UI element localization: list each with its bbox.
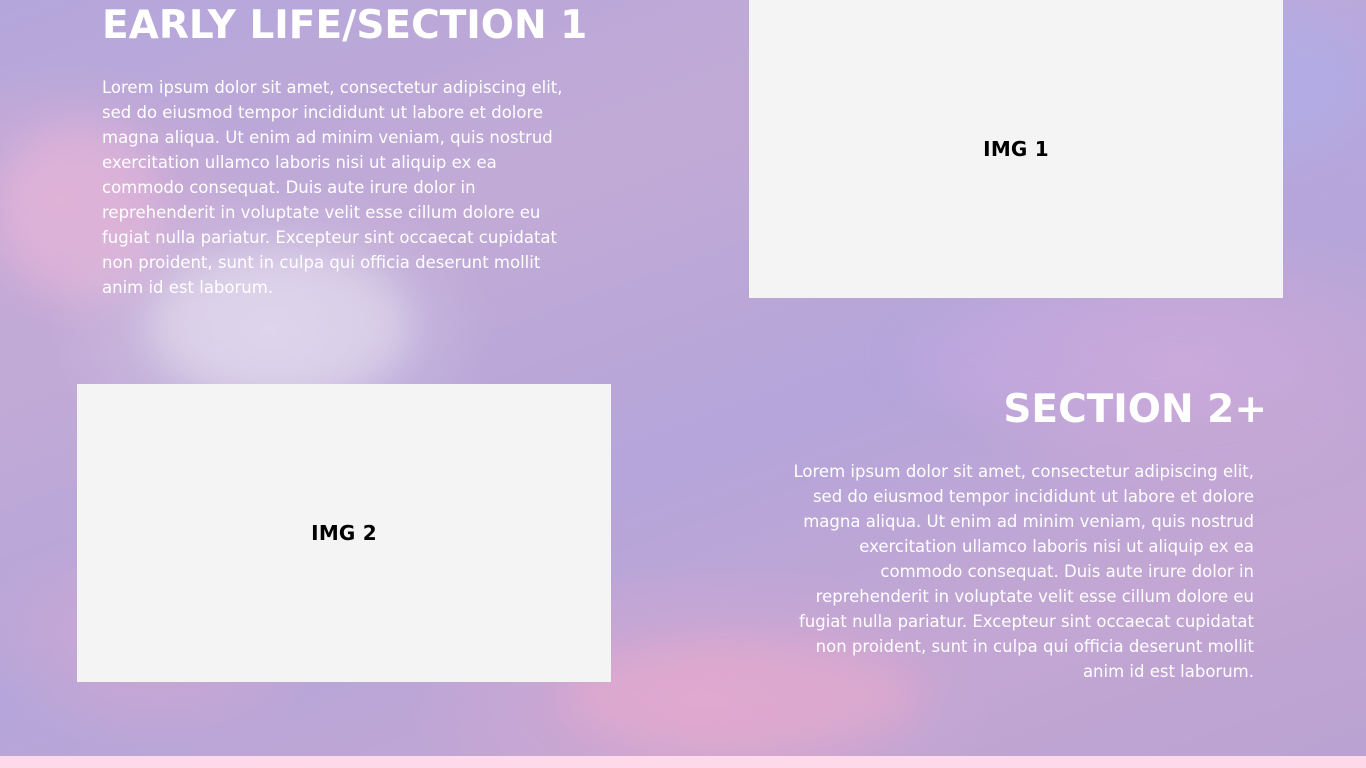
image-placeholder-label: IMG 1: [983, 137, 1049, 161]
section1-heading: EARLY LIFE/SECTION 1: [102, 3, 588, 48]
section2-body-text: Lorem ipsum dolor sit amet, consectetur …: [793, 462, 1255, 681]
section2-heading: SECTION 2+: [1003, 387, 1267, 432]
slide-canvas: { "section1": { "heading": "EARLY LIFE/S…: [0, 0, 1366, 768]
footer-strip: [0, 756, 1366, 768]
image-placeholder-1: IMG 1: [749, 0, 1283, 298]
section1-body-text: Lorem ipsum dolor sit amet, consectetur …: [102, 78, 563, 297]
image-placeholder-label: IMG 2: [311, 521, 377, 545]
image-placeholder-2: IMG 2: [77, 384, 611, 682]
